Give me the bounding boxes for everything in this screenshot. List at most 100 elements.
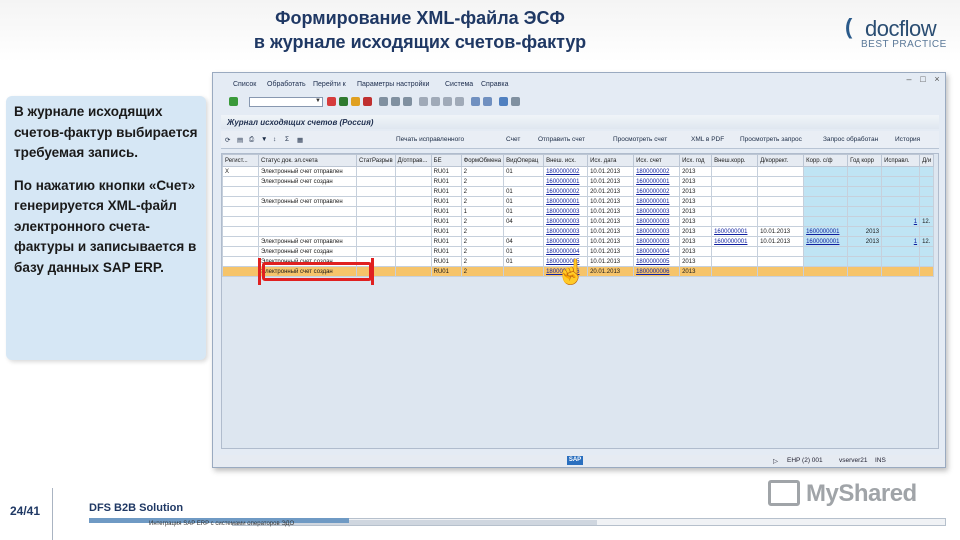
table-cell[interactable] [881,186,921,197]
view-invoice-button[interactable]: Просмотреть счет [613,136,667,143]
table-cell[interactable]: 1800000003 [543,226,589,237]
view-request-button[interactable]: Просмотреть запрос [740,136,802,143]
table-cell[interactable] [356,226,396,237]
table-cell[interactable] [847,216,883,227]
column-header[interactable]: Год корр [847,154,883,167]
column-header[interactable]: Статус док. эл.счета [258,154,357,167]
table-cell[interactable] [881,266,921,277]
table-cell[interactable]: Электронный счет отправлен [258,236,357,247]
table-cell[interactable] [394,256,432,267]
table-cell[interactable]: 1800000002 [633,166,681,177]
table-cell[interactable] [222,196,259,207]
table-cell[interactable] [394,176,432,187]
table-cell[interactable]: 04 [503,216,545,227]
table-cell[interactable] [394,266,432,277]
table-cell[interactable]: 10.01.2013 [587,196,635,207]
table-cell[interactable] [356,206,396,217]
table-cell[interactable]: 2013 [679,226,713,237]
column-header[interactable]: Исх. счет [633,154,681,167]
table-cell[interactable] [803,196,849,207]
table-cell[interactable] [803,186,849,197]
table-cell[interactable] [847,196,883,207]
table-cell[interactable] [222,236,259,247]
column-header[interactable]: Внеш. исх. [543,154,589,167]
table-cell[interactable]: 10.01.2013 [587,236,635,247]
table-cell[interactable] [919,186,935,197]
table-cell[interactable] [757,166,805,177]
table-cell[interactable]: Электронный счет создан [258,246,357,257]
table-cell[interactable] [711,176,759,187]
table-cell[interactable]: 1600000001 [711,226,759,237]
table-cell[interactable]: RU01 [430,216,462,227]
column-header[interactable]: Регист... [222,154,259,167]
print-icon[interactable] [379,97,388,106]
history-button[interactable]: История [895,136,920,143]
table-cell[interactable] [356,246,396,257]
table-cell[interactable]: 2 [460,246,505,257]
column-header[interactable]: Исх. дата [587,154,635,167]
table-cell[interactable]: 10.01.2013 [587,226,635,237]
column-header[interactable]: Внеш.корр. [711,154,759,167]
table-cell[interactable]: 10.01.2013 [587,176,635,187]
table-cell[interactable] [394,226,432,237]
status-play-icon[interactable]: ▷ [773,457,778,465]
table-cell[interactable]: 2 [460,266,505,277]
table-cell[interactable]: 1800000005 [633,256,681,267]
table-cell[interactable]: 12. [919,236,935,247]
table-cell[interactable]: 1600000002 [633,186,681,197]
table-cell[interactable] [919,256,935,267]
table-cell[interactable] [847,176,883,187]
table-cell[interactable]: RU01 [430,246,462,257]
table-cell[interactable]: 2013 [679,266,713,277]
request-processed-button[interactable]: Запрос обработан [823,136,878,143]
table-cell[interactable] [847,266,883,277]
table-cell[interactable] [711,186,759,197]
table-cell[interactable] [919,166,935,177]
table-cell[interactable] [757,246,805,257]
table-cell[interactable] [847,246,883,257]
layout-icon[interactable] [511,97,520,106]
table-cell[interactable]: 10.01.2013 [587,166,635,177]
table-cell[interactable] [757,196,805,207]
table-cell[interactable]: 2013 [679,186,713,197]
table-row[interactable]: RU01 2 04 1800000003 10.01.2013 1800000003 201… [222,216,935,227]
table-cell[interactable] [711,166,759,177]
back-icon[interactable] [339,97,348,106]
table-cell[interactable] [356,236,396,247]
table-cell[interactable]: 01 [503,256,545,267]
table-cell[interactable] [919,176,935,187]
sort-icon[interactable]: ↕ [273,136,276,143]
table-cell[interactable] [258,216,357,227]
table-cell[interactable] [881,176,921,187]
table-cell[interactable] [711,216,759,227]
table-cell[interactable] [503,266,545,277]
table-cell[interactable]: 01 [503,196,545,207]
table-cell[interactable]: 2013 [847,226,883,237]
menu-item-system[interactable]: Система [445,81,473,88]
table-cell[interactable] [258,186,357,197]
table-cell[interactable]: 2 [460,256,505,267]
table-cell[interactable] [503,176,545,187]
table-cell[interactable] [711,266,759,277]
column-header[interactable]: СтатРазрыв [356,154,396,167]
table-cell[interactable]: 01 [503,246,545,257]
table-cell[interactable]: 2 [460,176,505,187]
find-next-icon[interactable] [403,97,412,106]
enter-icon[interactable] [229,97,238,106]
table-cell[interactable] [881,256,921,267]
table-cell[interactable]: 01 [503,206,545,217]
table-cell[interactable]: Электронный счет создан [258,176,357,187]
command-field[interactable]: ▼ [249,97,323,107]
menu-item-settings[interactable]: Параметры настройки [357,81,429,88]
table-cell[interactable]: Электронный счет отправлен [258,166,357,177]
shortcut-icon[interactable] [483,97,492,106]
table-cell[interactable]: RU01 [430,186,462,197]
table-cell[interactable] [222,216,259,227]
print-preview-icon[interactable]: ⎙ [249,136,254,144]
table-cell[interactable]: 01 [503,166,545,177]
table-cell[interactable]: 1800000003 [633,206,681,217]
table-cell[interactable] [356,186,396,197]
table-cell[interactable]: 1800000003 [633,236,681,247]
column-header[interactable]: Д/коррект. [757,154,805,167]
table-cell[interactable] [394,186,432,197]
